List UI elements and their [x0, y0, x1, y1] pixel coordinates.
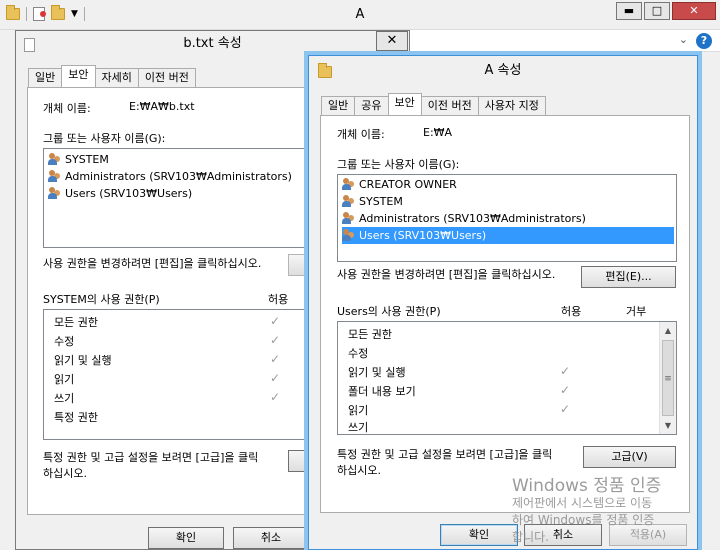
- users-listbox[interactable]: CREATOR OWNER SYSTEM Administrators (SRV…: [337, 174, 677, 262]
- user-group-icon: [342, 178, 356, 191]
- list-item[interactable]: SYSTEM: [342, 193, 403, 210]
- tab-security[interactable]: 보안: [61, 65, 96, 87]
- advanced-text: 특정 권한 및 고급 설정을 보려면 [고급]을 클릭: [43, 451, 259, 464]
- group-users-label: 그룹 또는 사용자 이름(G):: [43, 132, 166, 145]
- tab-previous-versions[interactable]: 이전 버전: [420, 96, 479, 115]
- tab-general[interactable]: 일반: [28, 68, 63, 87]
- minimize-button[interactable]: ▬: [616, 2, 642, 20]
- activation-watermark-line: 하여 Windows를 정품 인증: [512, 513, 655, 527]
- close-button[interactable]: ✕: [672, 2, 716, 20]
- cancel-button[interactable]: 취소: [233, 527, 309, 549]
- tab-strip: 일반 공유 보안 이전 버전 사용자 지정: [321, 93, 546, 115]
- object-name-label: 개체 이름:: [43, 102, 91, 115]
- address-bar[interactable]: ⌄ ?: [410, 30, 720, 52]
- group-users-label: 그룹 또는 사용자 이름(G):: [337, 158, 460, 171]
- allow-check-icon: ✓: [560, 364, 571, 378]
- explorer-titlebar: ▼ A ▬ □ ✕: [0, 0, 720, 30]
- advanced-text-2: 하십시오.: [43, 467, 87, 480]
- permission-row: 특정 권한: [54, 411, 98, 424]
- permission-row: 쓰기: [348, 421, 369, 434]
- user-group-icon: [48, 187, 62, 200]
- allow-check-icon: ✓: [560, 402, 571, 416]
- list-item[interactable]: Users (SRV103₩Users): [48, 185, 192, 202]
- scroll-down-icon[interactable]: ▼: [660, 417, 676, 434]
- deny-header: 거부: [626, 305, 647, 318]
- user-name: SYSTEM: [65, 153, 109, 166]
- advanced-text-2: 하십시오.: [337, 464, 381, 477]
- list-item[interactable]: Administrators (SRV103₩Administrators): [48, 168, 292, 185]
- allow-check-icon: ✓: [270, 314, 281, 328]
- allow-check-icon: ✓: [270, 352, 281, 366]
- scroll-up-icon[interactable]: ▲: [660, 322, 676, 339]
- permissions-header: Users의 사용 권한(P): [337, 305, 441, 318]
- permission-row: 수정: [54, 335, 75, 348]
- list-item-selected[interactable]: Users (SRV103₩Users): [342, 227, 674, 244]
- maximize-button[interactable]: □: [644, 2, 670, 20]
- ok-button[interactable]: 확인: [148, 527, 224, 549]
- user-name: Users (SRV103₩Users): [65, 187, 193, 200]
- change-permissions-text: 사용 권한을 변경하려면 [편집]을 클릭하십시오.: [43, 257, 262, 270]
- object-name-value: E:₩A₩b.txt: [129, 100, 195, 113]
- user-name: Users (SRV103₩Users): [359, 229, 487, 242]
- activation-watermark-line: 제어판에서 시스템으로 이동: [512, 496, 653, 510]
- advanced-button[interactable]: 고급(V): [583, 446, 676, 468]
- user-name: SYSTEM: [359, 195, 403, 208]
- user-name: Administrators (SRV103₩Administrators): [359, 212, 586, 225]
- permission-row: 수정: [348, 347, 369, 360]
- activation-watermark-line: 합니다.: [512, 530, 549, 544]
- tab-details[interactable]: 자세히: [94, 68, 139, 87]
- chevron-down-icon[interactable]: ⌄: [679, 33, 688, 46]
- permissions-header: SYSTEM의 사용 권한(P): [43, 293, 160, 306]
- list-item[interactable]: SYSTEM: [48, 151, 109, 168]
- permissions-scrollbar[interactable]: ▲ ≡ ▼: [659, 322, 676, 434]
- user-group-icon: [48, 170, 62, 183]
- activation-watermark-title: Windows 정품 인증: [512, 476, 662, 496]
- user-group-icon: [342, 195, 356, 208]
- dialog-title: A 속성: [484, 63, 522, 78]
- permission-row: 읽기: [54, 373, 75, 386]
- tab-previous-versions[interactable]: 이전 버전: [137, 68, 196, 87]
- permissions-list: 모든 권한 수정 읽기 및 실행 폴더 내용 보기 읽기 쓰기 ✓ ✓ ✓ ▲ …: [337, 321, 677, 435]
- scroll-thumb[interactable]: ≡: [662, 340, 674, 416]
- tab-customize[interactable]: 사용자 지정: [477, 96, 546, 115]
- object-name-label: 개체 이름:: [337, 128, 385, 141]
- window-controls: ▬ □ ✕: [616, 2, 716, 20]
- permission-row: 모든 권한: [54, 316, 98, 329]
- permission-row: 읽기 및 실행: [348, 366, 406, 379]
- user-name: Administrators (SRV103₩Administrators): [65, 170, 292, 183]
- allow-check-icon: ✓: [270, 371, 281, 385]
- security-page: 개체 이름: E:₩A 그룹 또는 사용자 이름(G): CREATOR OWN…: [320, 115, 690, 513]
- tab-strip: 일반 보안 자세히 이전 버전: [28, 65, 196, 87]
- explorer-title: A: [355, 7, 365, 22]
- tab-sharing[interactable]: 공유: [354, 96, 389, 115]
- user-group-icon: [342, 229, 356, 242]
- object-name-value: E:₩A: [423, 126, 453, 139]
- help-icon[interactable]: ?: [696, 33, 712, 49]
- ok-button[interactable]: 확인: [440, 524, 518, 546]
- allow-header: 허용: [268, 293, 289, 306]
- allow-header: 허용: [561, 305, 582, 318]
- list-item[interactable]: Administrators (SRV103₩Administrators): [342, 210, 586, 227]
- edit-button[interactable]: 편집(E)...: [581, 266, 676, 288]
- advanced-text: 특정 권한 및 고급 설정을 보려면 [고급]을 클릭: [337, 448, 553, 461]
- permission-row: 폴더 내용 보기: [348, 385, 416, 398]
- change-permissions-text: 사용 권한을 변경하려면 [편집]을 클릭하십시오.: [337, 268, 556, 281]
- allow-check-icon: ✓: [270, 333, 281, 347]
- user-name: CREATOR OWNER: [359, 178, 457, 191]
- user-group-icon: [48, 153, 62, 166]
- tab-general[interactable]: 일반: [321, 96, 356, 115]
- tab-security[interactable]: 보안: [387, 93, 422, 115]
- permission-row: 모든 권한: [348, 328, 392, 341]
- close-button[interactable]: ✕: [376, 31, 408, 51]
- list-item[interactable]: CREATOR OWNER: [342, 176, 457, 193]
- allow-check-icon: ✓: [560, 383, 571, 397]
- permission-row: 읽기 및 실행: [54, 354, 112, 367]
- user-group-icon: [342, 212, 356, 225]
- permission-row: 쓰기: [54, 392, 75, 405]
- allow-check-icon: ✓: [270, 390, 281, 404]
